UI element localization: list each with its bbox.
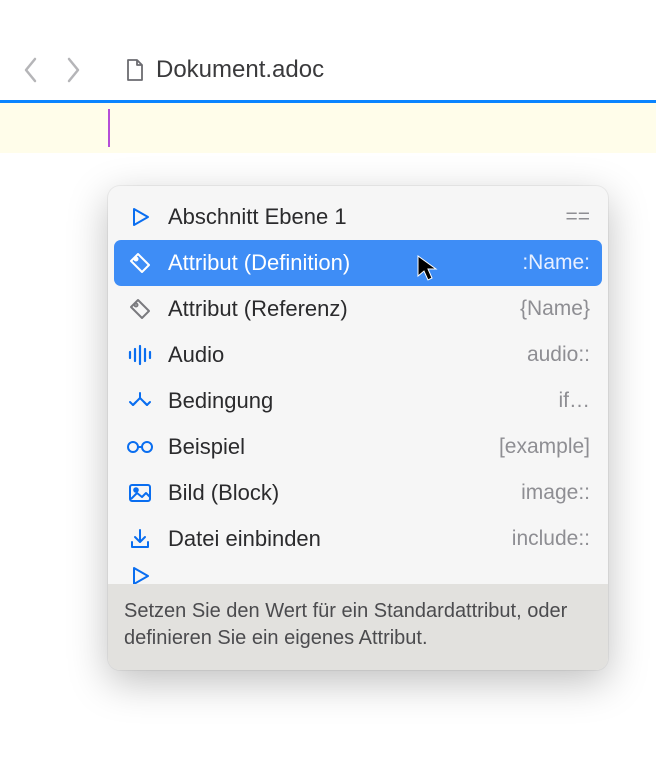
play-icon bbox=[126, 203, 154, 231]
completion-item-label: Attribut (Referenz) bbox=[168, 296, 512, 322]
completion-item-label: Audio bbox=[168, 342, 519, 368]
completion-item-attr-ref[interactable]: Attribut (Referenz) {Name} bbox=[114, 286, 602, 332]
completion-item-label: Bedingung bbox=[168, 388, 551, 414]
completion-item-label: Bild (Block) bbox=[168, 480, 513, 506]
completion-item-example[interactable]: Beispiel [example] bbox=[114, 424, 602, 470]
completion-item-label: Attribut (Definition) bbox=[168, 250, 514, 276]
completion-item-include[interactable]: Datei einbinden include:: bbox=[114, 516, 602, 562]
completion-item-label: Datei einbinden bbox=[168, 526, 504, 552]
completion-description: Setzen Sie den Wert für ein Standardattr… bbox=[108, 584, 608, 670]
document-icon bbox=[124, 57, 146, 83]
text-cursor bbox=[108, 109, 110, 147]
completion-item-hint: {Name} bbox=[520, 297, 590, 321]
download-icon bbox=[126, 525, 154, 553]
completion-item-section[interactable]: Abschnitt Ebene 1 == bbox=[114, 194, 602, 240]
branch-icon bbox=[126, 387, 154, 415]
nav-back-button[interactable] bbox=[14, 53, 48, 87]
filename-label: Dokument.adoc bbox=[156, 56, 324, 84]
audio-wave-icon bbox=[126, 341, 154, 369]
nav-forward-button[interactable] bbox=[56, 53, 90, 87]
completion-item-hint: audio:: bbox=[527, 343, 590, 367]
play-icon bbox=[126, 562, 154, 584]
completion-item-label: Beispiel bbox=[168, 434, 491, 460]
tag-outline-icon bbox=[126, 295, 154, 323]
completion-item-audio[interactable]: Audio audio:: bbox=[114, 332, 602, 378]
completion-list: Abschnitt Ebene 1 == Attribut (Definitio… bbox=[108, 194, 608, 584]
completion-item-attr-def[interactable]: Attribut (Definition) :Name: bbox=[114, 240, 602, 286]
completion-item-hint: :Name: bbox=[522, 251, 590, 275]
completion-popup: Abschnitt Ebene 1 == Attribut (Definitio… bbox=[108, 186, 608, 670]
completion-item-hint: == bbox=[565, 205, 590, 229]
glasses-icon bbox=[126, 433, 154, 461]
toolbar: Dokument.adoc bbox=[0, 40, 656, 100]
completion-item-label: Abschnitt Ebene 1 bbox=[168, 204, 557, 230]
image-icon bbox=[126, 479, 154, 507]
completion-item-hint: [example] bbox=[499, 435, 590, 459]
completion-item-hint: if… bbox=[559, 389, 591, 413]
completion-item-hint: image:: bbox=[521, 481, 590, 505]
completion-item-conditional[interactable]: Bedingung if… bbox=[114, 378, 602, 424]
completion-item-hint: include:: bbox=[512, 527, 590, 551]
completion-item-image-block[interactable]: Bild (Block) image:: bbox=[114, 470, 602, 516]
tag-icon bbox=[126, 249, 154, 277]
editor-current-line[interactable] bbox=[0, 103, 656, 153]
completion-item-partial[interactable] bbox=[114, 562, 602, 584]
